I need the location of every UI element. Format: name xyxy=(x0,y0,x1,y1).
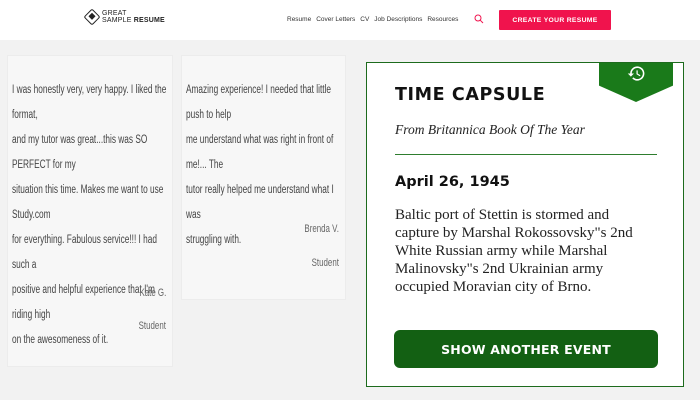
event-description: Baltic port of Stettin is stormed and ca… xyxy=(395,207,633,295)
nav-resources[interactable]: Resources xyxy=(427,16,458,23)
site-logo[interactable]: GREAT SAMPLE RESUME xyxy=(83,8,165,26)
nav-job-descriptions[interactable]: Job Descriptions xyxy=(374,16,422,23)
main-nav: Resume Cover Letters CV Job Descriptions… xyxy=(287,16,458,23)
divider xyxy=(395,154,657,155)
create-resume-button[interactable]: CREATE YOUR RESUME xyxy=(499,10,611,30)
nav-resume[interactable]: Resume xyxy=(287,16,311,23)
capsule-title: TIME CAPSULE xyxy=(395,85,546,105)
event-date: April 26, 1945 xyxy=(395,174,510,190)
quote-line: me understand what was right in front of… xyxy=(186,134,334,171)
history-icon xyxy=(627,66,645,81)
nav-cv[interactable]: CV xyxy=(360,16,369,23)
testimonial-card: Amazing experience! I needed that little… xyxy=(181,55,346,300)
logo-line-1: GREAT xyxy=(102,10,127,17)
show-another-event-button[interactable]: SHOW ANOTHER EVENT xyxy=(394,330,658,368)
testimonial-role: Student xyxy=(138,320,166,332)
logo-line-2a: SAMPLE xyxy=(102,17,132,24)
testimonial-quote: I was honestly very, very happy. I liked… xyxy=(12,78,172,353)
quote-line: I was honestly very, very happy. I liked… xyxy=(12,84,167,121)
testimonial-role: Student xyxy=(311,257,339,269)
quote-line: Amazing experience! I needed that little… xyxy=(186,84,331,121)
site-header: GREAT SAMPLE RESUME Resume Cover Letters… xyxy=(0,0,700,40)
quote-line: tutor really helped me understand what I… xyxy=(186,184,334,221)
quote-line: for everything. Fabulous service!!! I ha… xyxy=(12,234,157,271)
quote-line: and my tutor was great...this was SO PER… xyxy=(12,134,148,171)
search-icon[interactable] xyxy=(474,14,484,24)
testimonial-author: Brenda V. xyxy=(304,223,339,235)
time-capsule-widget: TIME CAPSULE From Britannica Book Of The… xyxy=(366,62,684,387)
testimonial-card: I was honestly very, very happy. I liked… xyxy=(7,55,173,367)
logo-line-2b: RESUME xyxy=(133,17,165,24)
nav-cover-letters[interactable]: Cover Letters xyxy=(316,16,355,23)
capsule-subtitle: From Britannica Book Of The Year xyxy=(395,122,585,137)
quote-line: situation this time. Makes me want to us… xyxy=(12,184,164,221)
testimonial-author: Kate G. xyxy=(139,287,166,299)
logo-icon xyxy=(83,8,101,26)
